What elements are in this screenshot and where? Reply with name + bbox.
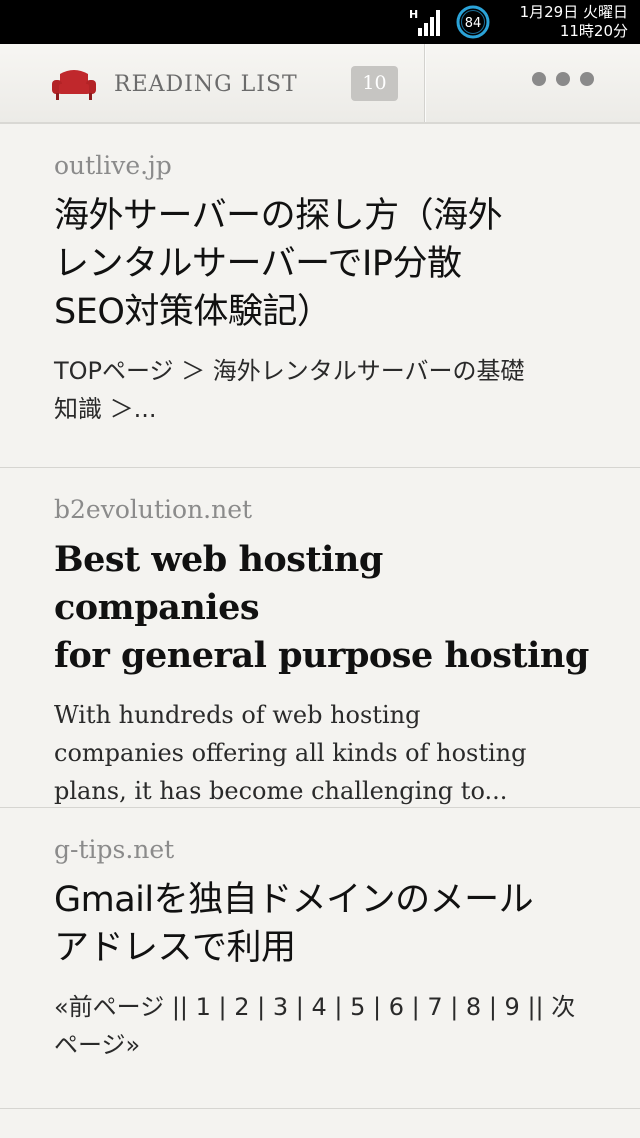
article-excerpt-line: 知識 ＞... [54, 395, 157, 423]
menu-dot [556, 72, 570, 86]
reading-list-title: READING LIST [114, 72, 298, 97]
menu-dot [580, 72, 594, 86]
article-domain: g-tips.net [54, 835, 175, 864]
article-title-line: Gmailを独自ドメインのメール [54, 880, 534, 920]
status-date: 1月29日 火曜日 [519, 3, 628, 21]
article-item[interactable]: b2evolution.net Best web hosting compani… [0, 468, 640, 808]
toolbar: READING LIST 10 [0, 44, 640, 124]
status-clock: 1月29日 火曜日 11時20分 [520, 3, 628, 41]
article-excerpt-line: With hundreds of web hosting [54, 701, 421, 729]
article-excerpt: «前ページ || 1 | 2 | 3 | 4 | 5 | 6 | 7 | 8 |… [54, 988, 590, 1086]
menu-dot [532, 72, 546, 86]
article-list: outlive.jp 海外サーバーの探し方（海外 レンタルサーバーでIP分散 S… [0, 124, 640, 1109]
armchair-icon [52, 70, 96, 100]
signal-icon: H [409, 8, 440, 36]
more-dots-icon[interactable] [532, 72, 594, 86]
toolbar-divider [424, 44, 425, 122]
article-title-line: 海外サーバーの探し方（海外 [54, 196, 503, 236]
battery-icon: 84 [452, 5, 494, 39]
article-title-line: for general purpose hosting [54, 635, 589, 676]
unread-count-badge: 10 [351, 66, 398, 101]
article-excerpt: TOPページ ＞ 海外レンタルサーバーの基礎 知識 ＞... [54, 352, 590, 450]
article-title-line: Best web hosting companies [54, 539, 383, 628]
article-domain: b2evolution.net [54, 495, 253, 524]
article-title: Gmailを独自ドメインのメール アドレスで利用 [54, 876, 590, 972]
status-bar: H 84 1月29日 火曜日 11時20分 [0, 0, 640, 44]
article-item[interactable]: outlive.jp 海外サーバーの探し方（海外 レンタルサーバーでIP分散 S… [0, 124, 640, 468]
article-excerpt-line: companies offering all kinds of hosting [54, 739, 527, 767]
article-excerpt-line: TOPページ ＞ 海外レンタルサーバーの基礎 [54, 357, 525, 385]
article-excerpt-line: «前ページ || 1 | 2 | 3 | 4 | 5 | 6 | 7 | 8 |… [54, 993, 576, 1021]
svg-text:H: H [409, 8, 418, 21]
status-time: 11時20分 [559, 22, 628, 40]
article-excerpt-line: ページ» [54, 1031, 141, 1059]
article-domain: outlive.jp [54, 151, 172, 180]
article-item[interactable]: g-tips.net Gmailを独自ドメインのメール アドレスで利用 «前ペー… [0, 808, 640, 1109]
article-title: 海外サーバーの探し方（海外 レンタルサーバーでIP分散 SEO対策体験記） [54, 192, 590, 336]
article-title-line: レンタルサーバーでIP分散 [54, 244, 462, 284]
battery-level: 84 [465, 16, 482, 31]
article-title-line: SEO対策体験記） [54, 292, 332, 332]
article-title: Best web hosting companies for general p… [54, 536, 590, 680]
article-excerpt-line: plans, it has become challenging to... [54, 777, 508, 805]
article-title-line: アドレスで利用 [54, 928, 296, 968]
